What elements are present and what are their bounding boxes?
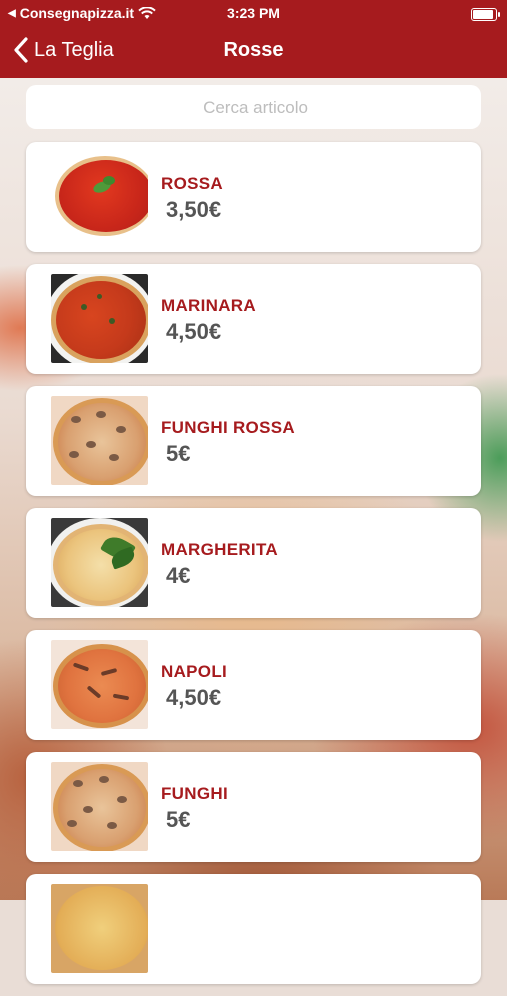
top-bar: ◀ Consegnapizza.it 3:23 PM La Teglia Ros…	[0, 0, 507, 78]
list-item[interactable]	[26, 874, 481, 984]
item-name: ROSSA	[161, 174, 223, 193]
product-list: ROSSA 3,50€ MARINARA 4,50€ FUNGHI ROSSA …	[26, 142, 481, 996]
list-item[interactable]: ROSSA 3,50€	[26, 142, 481, 252]
item-name: NAPOLI	[161, 662, 228, 681]
search-bar	[26, 85, 485, 131]
pizza-image	[51, 640, 148, 729]
pizza-image	[51, 152, 148, 241]
pizza-image	[51, 518, 148, 607]
battery-icon	[471, 8, 500, 21]
list-item[interactable]: FUNGHI 5€	[26, 752, 481, 862]
pizza-image	[51, 274, 148, 363]
item-name: MARGHERITA	[161, 540, 278, 559]
status-bar: ◀ Consegnapizza.it 3:23 PM	[0, 0, 507, 28]
item-price: 4€	[166, 563, 191, 588]
search-input[interactable]	[26, 85, 485, 131]
status-time: 3:23 PM	[227, 5, 280, 21]
pizza-image	[51, 884, 148, 973]
item-name: FUNGHI	[161, 784, 228, 803]
list-item[interactable]: MARGHERITA 4€	[26, 508, 481, 618]
page-title: Rosse	[223, 39, 284, 61]
item-name: MARINARA	[161, 296, 256, 315]
item-name: FUNGHI ROSSA	[161, 418, 295, 437]
pizza-image	[51, 396, 148, 485]
list-item[interactable]: MARINARA 4,50€	[26, 264, 481, 374]
item-price: 5€	[166, 441, 191, 466]
list-item[interactable]: FUNGHI ROSSA 5€	[26, 386, 481, 496]
item-price: 5€	[166, 807, 191, 832]
item-price: 4,50€	[166, 319, 222, 344]
list-item[interactable]: NAPOLI 4,50€	[26, 630, 481, 740]
nav-bar: La Teglia Rosse	[0, 28, 507, 78]
pizza-image	[51, 762, 148, 851]
item-price: 4,50€	[166, 685, 222, 710]
item-price: 3,50€	[166, 197, 222, 222]
